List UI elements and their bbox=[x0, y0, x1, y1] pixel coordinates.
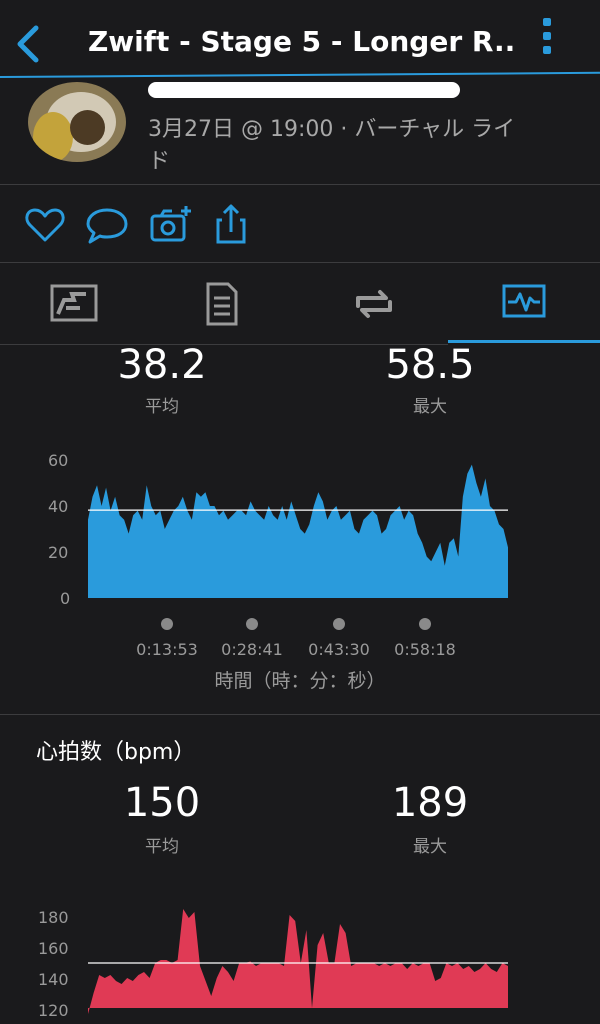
speed-avg-label: 平均 bbox=[145, 397, 179, 417]
y-tick-label: 20 bbox=[48, 543, 69, 562]
speed-max-label: 最大 bbox=[413, 397, 447, 417]
tab-details[interactable] bbox=[196, 282, 266, 326]
camera-plus-icon[interactable] bbox=[148, 202, 194, 248]
tab-charts[interactable] bbox=[498, 282, 568, 326]
heart-icon[interactable] bbox=[22, 202, 68, 248]
app-header: Zwift - Stage 5 - Longer R... bbox=[0, 0, 600, 84]
chart-series-area bbox=[88, 464, 508, 598]
y-tick-label: 0 bbox=[60, 589, 71, 608]
y-tick-label: 60 bbox=[48, 451, 69, 470]
x-tick-label: 0:13:53 bbox=[136, 640, 198, 659]
x-axis-title: 時間（時：分：秒） bbox=[214, 670, 386, 692]
divider bbox=[0, 714, 600, 715]
x-tick-dot bbox=[333, 618, 345, 630]
x-tick-dot bbox=[246, 618, 258, 630]
hr-section-title: 心拍数（bpm） bbox=[36, 740, 196, 765]
charts-icon bbox=[502, 284, 546, 318]
details-list-icon bbox=[206, 282, 238, 326]
page-title: Zwift - Stage 5 - Longer R... bbox=[88, 25, 518, 58]
chevron-left-icon[interactable] bbox=[10, 22, 50, 66]
hr-chart bbox=[88, 909, 508, 1014]
divider bbox=[0, 184, 600, 185]
divider bbox=[0, 262, 600, 263]
speed-chart bbox=[88, 464, 508, 598]
hr-max-label: 最大 bbox=[413, 837, 447, 857]
avatar[interactable] bbox=[28, 82, 126, 162]
laps-icon bbox=[356, 290, 392, 318]
tab-laps[interactable] bbox=[346, 282, 416, 326]
y-tick-label: 180 bbox=[38, 908, 69, 927]
speed-max-value: 58.5 bbox=[385, 342, 475, 388]
x-tick-label: 0:28:41 bbox=[221, 640, 283, 659]
x-tick-label: 0:58:18 bbox=[394, 640, 456, 659]
comment-icon[interactable] bbox=[84, 202, 130, 248]
x-tick-label: 0:43:30 bbox=[308, 640, 370, 659]
hr-avg-value: 150 bbox=[123, 780, 201, 826]
chart-series-area bbox=[88, 909, 508, 1014]
username-redacted bbox=[148, 82, 460, 98]
x-tick-dot bbox=[161, 618, 173, 630]
hr-max-value: 189 bbox=[391, 780, 469, 826]
y-tick-label: 40 bbox=[48, 497, 69, 516]
y-tick-label: 160 bbox=[38, 939, 69, 958]
map-summary-icon bbox=[50, 284, 98, 322]
x-tick-dot bbox=[419, 618, 431, 630]
speed-avg-value: 38.2 bbox=[117, 342, 207, 388]
y-tick-label: 120 bbox=[38, 1001, 69, 1020]
activity-date-type: 3月27日 @ 19:00 · バーチャル ライド bbox=[148, 117, 516, 174]
hr-avg-label: 平均 bbox=[145, 837, 179, 857]
kebab-menu-icon[interactable] bbox=[530, 14, 564, 60]
tab-map-summary[interactable] bbox=[46, 282, 116, 326]
y-tick-label: 140 bbox=[38, 970, 69, 989]
share-icon[interactable] bbox=[208, 202, 254, 248]
